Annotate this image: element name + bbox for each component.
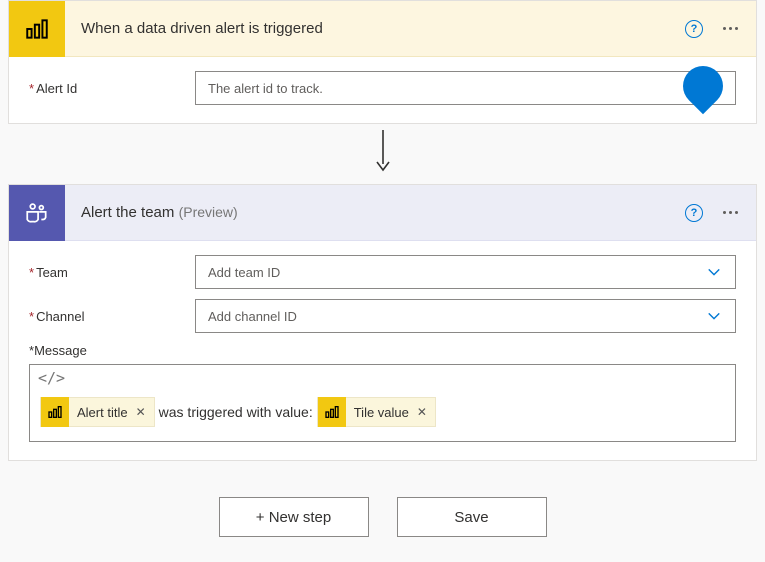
message-editor[interactable]: Alert title ✕ was triggered with value: xyxy=(30,391,735,441)
preview-tag: (Preview) xyxy=(179,204,238,220)
message-box[interactable]: </> Alert title ✕ was trigge xyxy=(29,364,736,442)
token-alert-title[interactable]: Alert title ✕ xyxy=(40,397,155,427)
help-icon[interactable]: ? xyxy=(685,204,703,222)
chevron-down-icon[interactable] xyxy=(703,265,725,279)
team-field[interactable] xyxy=(195,255,736,289)
token-tile-value[interactable]: Tile value ✕ xyxy=(317,397,436,427)
token-label: Tile value xyxy=(346,405,417,420)
trigger-header[interactable]: When a data driven alert is triggered ? xyxy=(9,1,756,57)
message-text: was triggered with value: xyxy=(159,404,313,420)
action-body: *Team *Channel xyxy=(9,241,756,460)
action-header[interactable]: Alert the team (Preview) ? xyxy=(9,185,756,241)
help-icon[interactable]: ? xyxy=(685,20,703,38)
powerbi-icon xyxy=(41,397,69,427)
more-icon[interactable] xyxy=(717,205,744,220)
save-button[interactable]: Save xyxy=(397,497,547,537)
alert-id-field[interactable] xyxy=(195,71,736,105)
chevron-down-icon[interactable] xyxy=(703,309,725,323)
channel-field[interactable] xyxy=(195,299,736,333)
powerbi-icon xyxy=(9,1,65,57)
action-title: Alert the team (Preview) xyxy=(65,204,685,221)
team-label: *Team xyxy=(29,265,195,280)
powerbi-icon xyxy=(318,397,346,427)
team-input[interactable] xyxy=(206,264,703,281)
code-view-icon[interactable]: </> xyxy=(30,365,735,391)
alert-id-label: *Alert Id xyxy=(29,81,195,96)
close-icon[interactable]: ✕ xyxy=(417,405,435,419)
alert-id-input[interactable] xyxy=(206,80,725,97)
flow-arrow-icon xyxy=(0,124,765,184)
message-label: *Message xyxy=(29,343,736,358)
channel-label: *Channel xyxy=(29,309,195,324)
channel-input[interactable] xyxy=(206,308,703,325)
close-icon[interactable]: ✕ xyxy=(136,405,154,419)
add-dynamic-content-icon[interactable] xyxy=(675,58,732,115)
new-step-button[interactable]: + New step xyxy=(219,497,369,537)
action-card: Alert the team (Preview) ? *Team xyxy=(8,184,757,461)
trigger-body: *Alert Id xyxy=(9,57,756,123)
token-label: Alert title xyxy=(69,405,136,420)
chevron-down-icon[interactable] xyxy=(705,84,719,98)
action-buttons: + New step Save xyxy=(0,461,765,537)
trigger-card: When a data driven alert is triggered ? … xyxy=(8,0,757,124)
trigger-title: When a data driven alert is triggered xyxy=(65,20,685,37)
more-icon[interactable] xyxy=(717,21,744,36)
teams-icon xyxy=(9,185,65,241)
